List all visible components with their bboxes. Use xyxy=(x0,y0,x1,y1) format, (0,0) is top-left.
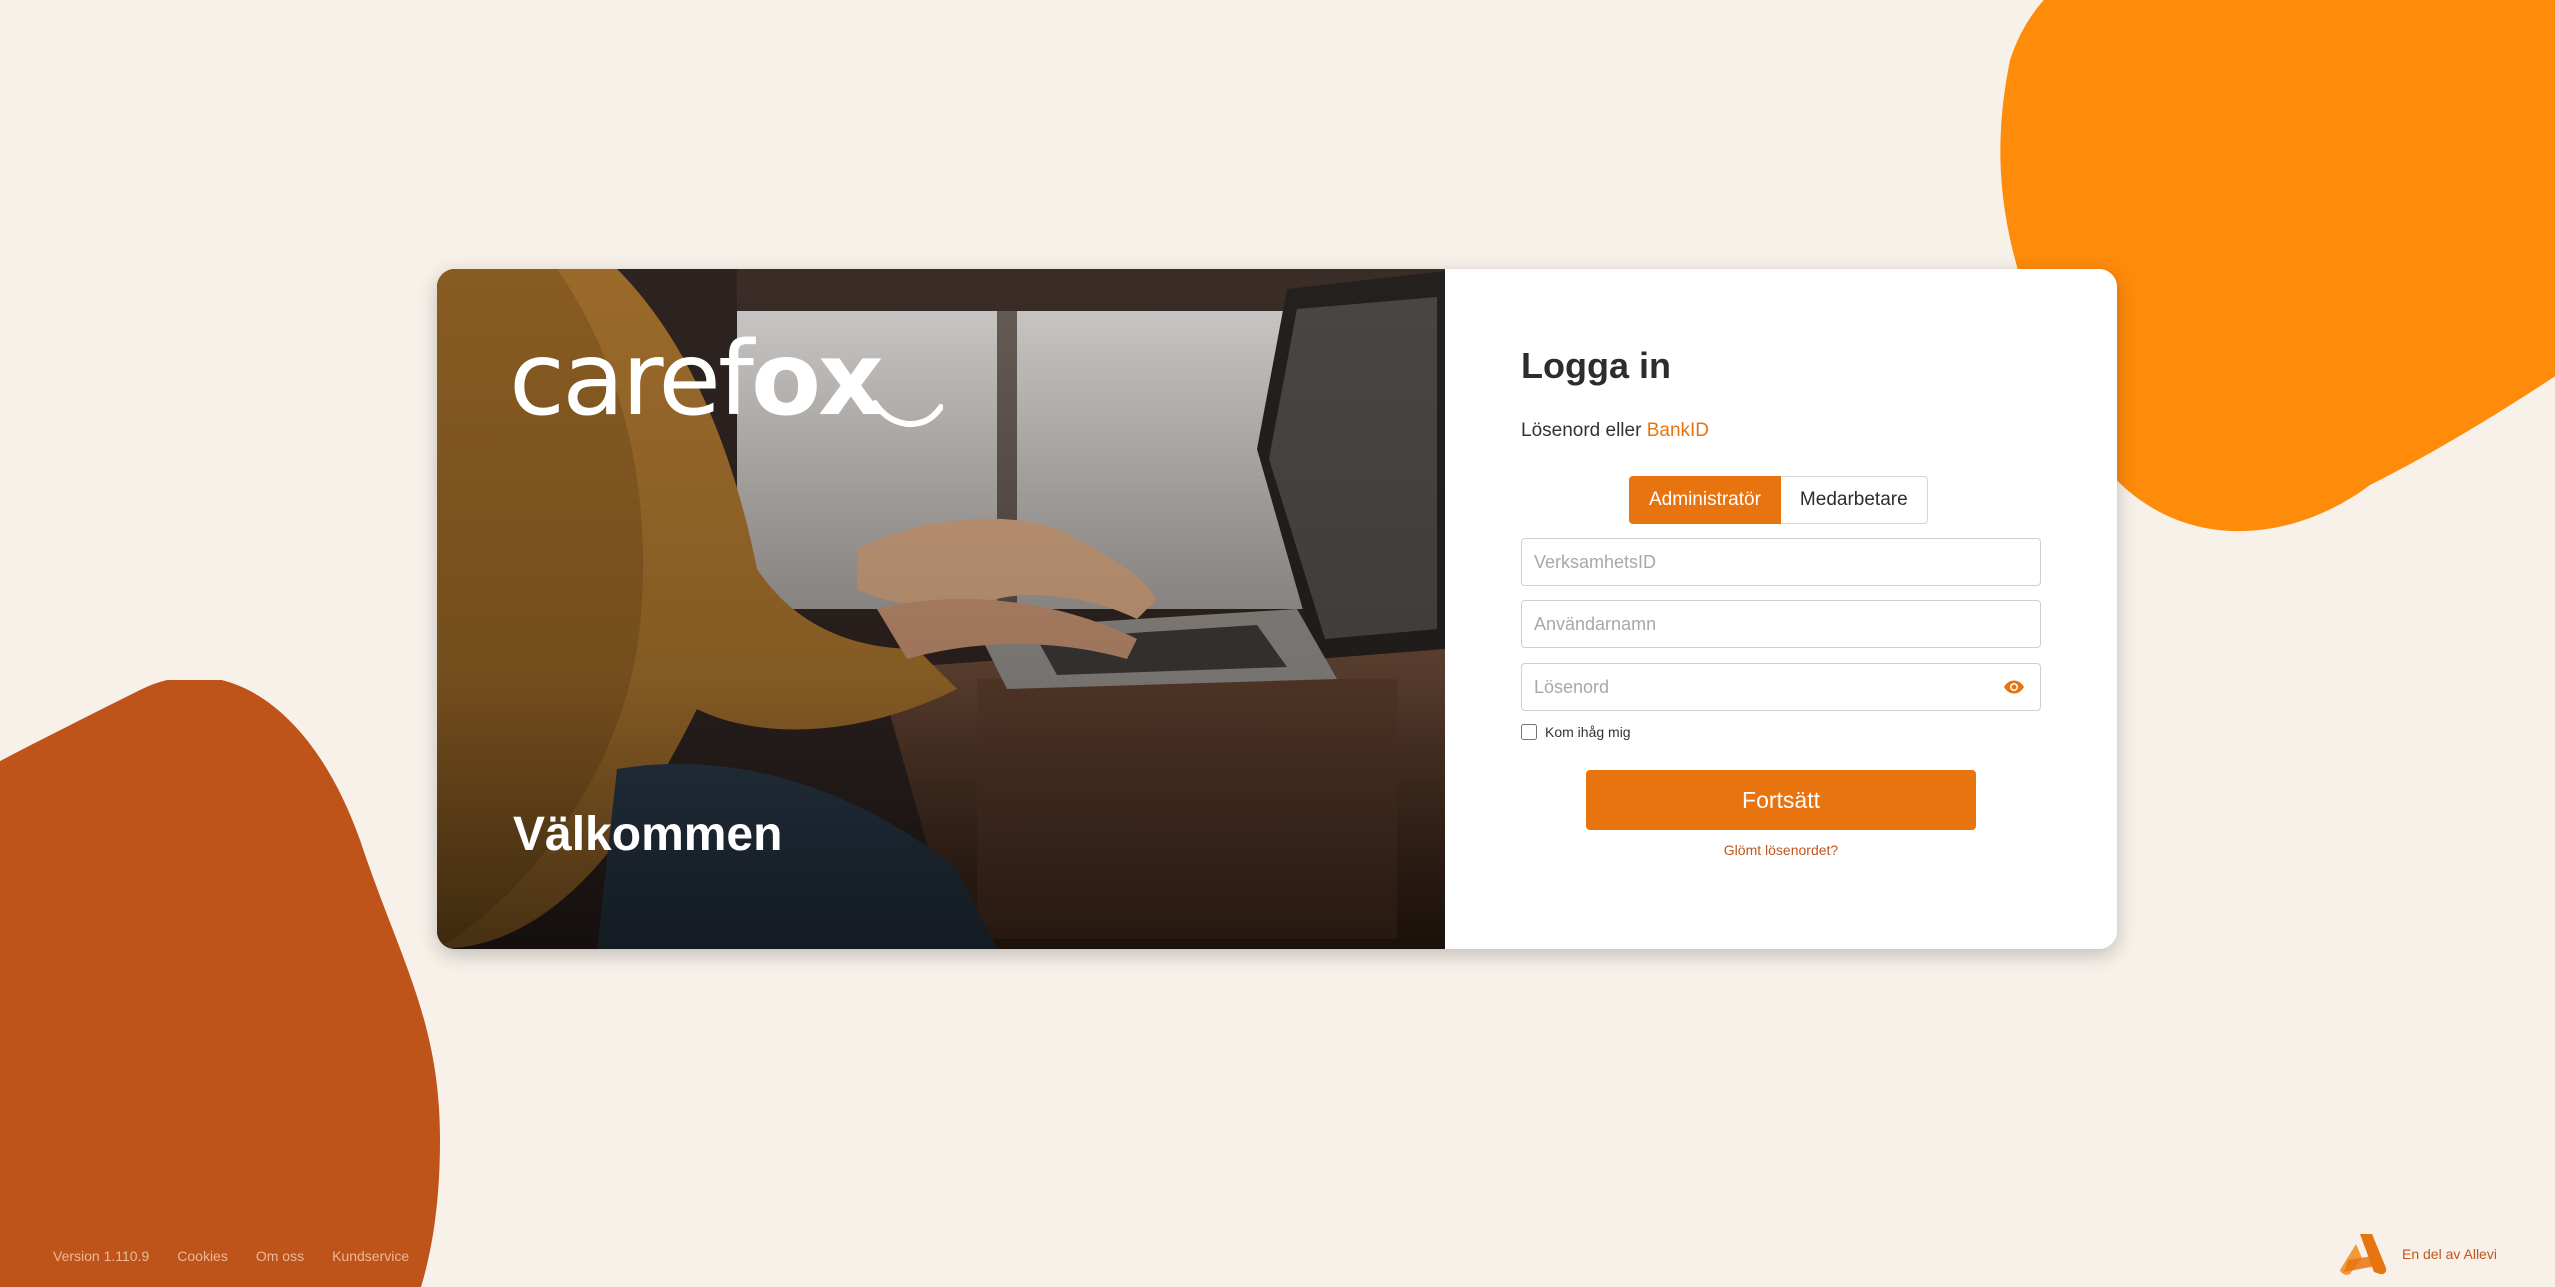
logo-swoosh-icon xyxy=(873,400,943,427)
continue-button[interactable]: Fortsätt xyxy=(1586,770,1976,830)
remember-me-checkbox[interactable] xyxy=(1521,724,1537,740)
login-card: carefox Välkommen Logga in Lösenord elle… xyxy=(437,269,2117,949)
login-methods-text: Lösenord eller BankID xyxy=(1521,420,1709,442)
login-methods-prefix: Lösenord eller xyxy=(1521,420,1647,441)
forgot-password-link[interactable]: Glömt lösenordet? xyxy=(1586,842,1976,858)
footer-link-cookies[interactable]: Cookies xyxy=(177,1248,228,1264)
footer-link-about[interactable]: Om oss xyxy=(256,1248,304,1264)
org-id-input[interactable] xyxy=(1521,538,2041,586)
bankid-link[interactable]: BankID xyxy=(1647,420,1709,441)
login-title: Logga in xyxy=(1521,345,1671,386)
carefox-logo: carefox xyxy=(509,329,943,431)
partner-badge[interactable]: En del av Allevi xyxy=(2338,1232,2497,1276)
allevi-logo-icon xyxy=(2340,1234,2387,1275)
partner-text: En del av Allevi xyxy=(2402,1246,2497,1262)
version-label: Version 1.110.9 xyxy=(53,1248,150,1264)
remember-me[interactable]: Kom ihåg mig xyxy=(1521,724,1631,740)
role-admin-button[interactable]: Administratör xyxy=(1629,476,1781,524)
logo-text-part1: caref xyxy=(509,320,754,439)
eye-icon[interactable] xyxy=(2001,675,2027,699)
username-input[interactable] xyxy=(1521,600,2041,648)
remember-me-label: Kom ihåg mig xyxy=(1545,724,1631,740)
footer-links: Version 1.110.9 Cookies Om oss Kundservi… xyxy=(53,1248,409,1264)
logo-text-part2: ox xyxy=(750,320,884,439)
password-input[interactable] xyxy=(1521,663,2041,711)
hero-image-panel: carefox Välkommen xyxy=(437,269,1445,949)
login-page: carefox Välkommen Logga in Lösenord elle… xyxy=(0,0,2555,1287)
welcome-heading: Välkommen xyxy=(513,808,783,861)
role-toggle: Administratör Medarbetare xyxy=(1629,476,1928,524)
role-employee-button[interactable]: Medarbetare xyxy=(1780,476,1928,524)
footer-link-support[interactable]: Kundservice xyxy=(332,1248,409,1264)
login-form-panel: Logga in Lösenord eller BankID Administr… xyxy=(1445,269,2117,949)
